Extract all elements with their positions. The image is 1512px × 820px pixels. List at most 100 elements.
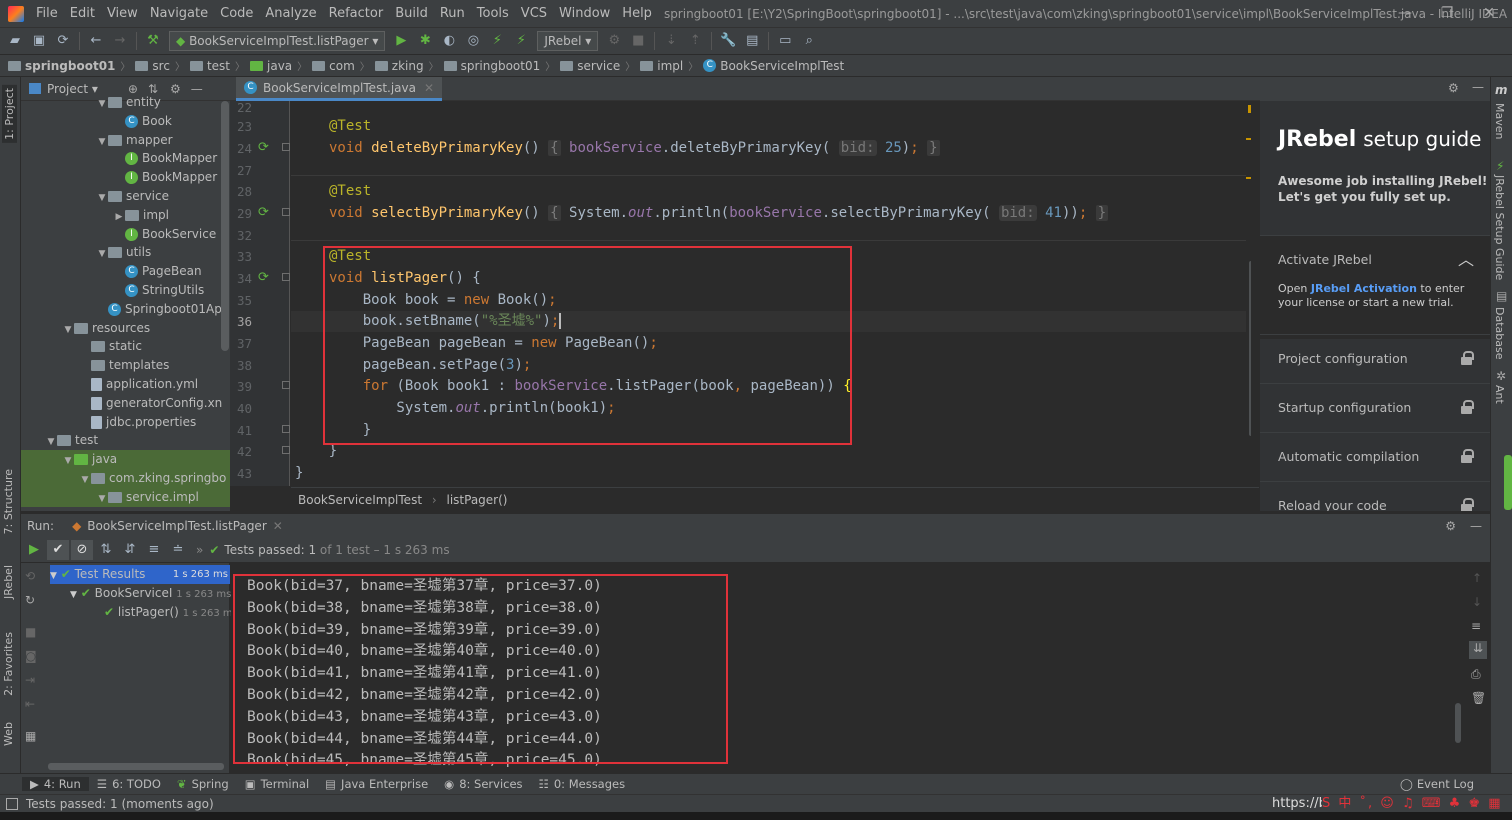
show-ignored-icon[interactable]: ⊘: [71, 539, 93, 560]
fold-marker-icon[interactable]: [282, 381, 290, 389]
tree-item[interactable]: jdbc.properties: [21, 413, 230, 432]
warning-marker-icon[interactable]: [1248, 105, 1251, 113]
breadcrumb-item[interactable]: com: [310, 59, 357, 73]
profile-icon[interactable]: ◎: [462, 31, 484, 51]
print-icon[interactable]: ⎙: [1471, 667, 1481, 682]
breadcrumb-item[interactable]: springboot01: [6, 59, 117, 73]
close-tab-icon[interactable]: ✕: [273, 519, 283, 533]
tree-item[interactable]: C PageBean: [21, 262, 230, 281]
editor-scrollbar[interactable]: [1249, 261, 1251, 436]
menu-edit[interactable]: Edit: [64, 6, 101, 21]
attach-icon[interactable]: ⚙: [603, 31, 625, 51]
presentation-icon[interactable]: ▭: [774, 31, 796, 51]
tab-structure[interactable]: 7: Structure: [2, 469, 15, 534]
tree-item[interactable]: static: [21, 337, 230, 356]
ime-toolbar-icon[interactable]: S 中 ˚, ☺ ♫ ⌨ ♣ ♚ ▦: [1322, 795, 1512, 813]
step-reload-code[interactable]: Reload your code: [1260, 481, 1490, 511]
breadcrumb-class[interactable]: BookServiceImplTest: [298, 493, 422, 507]
menu-view[interactable]: View: [101, 6, 144, 21]
coverage-icon[interactable]: ◐: [438, 31, 460, 51]
breadcrumb-item[interactable]: src: [133, 59, 172, 73]
close-icon[interactable]: ✕: [1470, 0, 1508, 28]
tab-maven[interactable]: Maven: [1493, 103, 1506, 139]
rerun-icon[interactable]: ▶: [23, 540, 45, 560]
menu-refactor[interactable]: Refactor: [323, 6, 390, 21]
warning-marker[interactable]: [1246, 138, 1251, 140]
menu-file[interactable]: File: [30, 6, 64, 21]
camera-icon[interactable]: ◙: [25, 649, 37, 663]
tab-bookserviceimpltest[interactable]: C BookServiceImplTest.java ✕: [236, 77, 443, 101]
menu-window[interactable]: Window: [553, 6, 616, 21]
chevron-down-icon[interactable]: ▼: [96, 245, 108, 262]
tab-run[interactable]: ▶ 4: Run: [22, 777, 89, 791]
save-icon[interactable]: ▣: [28, 31, 50, 51]
down-arrow-icon[interactable]: ↓: [1472, 595, 1482, 609]
chevron-down-icon[interactable]: ▼: [79, 471, 91, 488]
step-startup-configuration[interactable]: Startup configuration: [1260, 383, 1490, 431]
trash-icon[interactable]: 🗑: [1471, 691, 1486, 705]
hide-panel-icon[interactable]: —: [1472, 80, 1484, 94]
breadcrumb-item[interactable]: impl: [638, 59, 685, 73]
step-project-configuration[interactable]: Project configuration: [1260, 334, 1490, 382]
console-scrollbar[interactable]: [1455, 703, 1461, 743]
restore-icon[interactable]: ❐: [1428, 0, 1466, 28]
menu-run[interactable]: Run: [434, 6, 471, 21]
stop-icon[interactable]: ■: [25, 625, 36, 639]
open-folder-icon[interactable]: ▰: [4, 31, 26, 51]
build-hammer-icon[interactable]: ⚒: [142, 31, 164, 51]
chevron-down-icon[interactable]: ▼: [45, 433, 57, 450]
tree-item[interactable]: application.yml: [21, 375, 230, 394]
fold-marker-icon[interactable]: [282, 446, 290, 454]
tab-services[interactable]: ◉ 8: Services: [436, 777, 530, 791]
chevron-down-icon[interactable]: ▼: [62, 452, 74, 469]
tab-web[interactable]: Web: [2, 722, 15, 746]
tree-item[interactable]: ▼ java: [21, 450, 230, 470]
menu-vcs[interactable]: VCS: [515, 6, 553, 21]
stop-icon[interactable]: ■: [627, 31, 649, 51]
tree-item[interactable]: I BookService: [21, 225, 230, 244]
chevron-down-icon[interactable]: ▼: [96, 189, 108, 206]
jrebel-debug-icon[interactable]: ⚡: [510, 31, 532, 51]
menu-code[interactable]: Code: [214, 6, 259, 21]
tab-favorites[interactable]: 2: Favorites: [2, 632, 15, 696]
run-icon[interactable]: ▶: [390, 31, 412, 51]
expand-all-icon[interactable]: ≡: [143, 540, 165, 560]
run-tab[interactable]: BookServiceImplTest.listPager: [87, 519, 266, 533]
tree-item-test-class[interactable]: ▼ ✔ BookServiceI 1 s 263 ms: [70, 584, 231, 603]
horizontal-scrollbar[interactable]: [48, 763, 224, 770]
menu-navigate[interactable]: Navigate: [144, 6, 214, 21]
tree-item[interactable]: C Springboot01Ap: [21, 300, 230, 319]
tab-todo[interactable]: ☰ 6: TODO: [89, 777, 169, 791]
gear-icon[interactable]: ⚙: [1445, 519, 1456, 533]
tree-item[interactable]: C Book: [21, 112, 230, 131]
tab-terminal[interactable]: ▣ Terminal: [237, 777, 317, 791]
breadcrumb-item[interactable]: test: [188, 59, 232, 73]
fold-marker-icon[interactable]: [282, 143, 290, 151]
project-structure-icon[interactable]: ▤: [741, 31, 763, 51]
scroll-to-end-icon[interactable]: ⇊: [1469, 641, 1487, 659]
show-passed-icon[interactable]: ✔: [47, 539, 69, 560]
chevron-down-icon[interactable]: ▼: [96, 490, 108, 507]
more-icon[interactable]: »: [196, 543, 203, 557]
run-test-icon[interactable]: ⟳: [258, 270, 269, 285]
menu-analyze[interactable]: Analyze: [259, 6, 322, 21]
tab-jrebel[interactable]: JRebel: [2, 565, 15, 599]
debug-icon[interactable]: ✱: [414, 31, 436, 51]
tree-item[interactable]: I BookMapper: [21, 168, 230, 187]
warning-marker[interactable]: [1246, 177, 1251, 179]
vcs-update-icon[interactable]: ⇣: [660, 31, 682, 51]
close-tab-icon[interactable]: ✕: [424, 81, 434, 95]
chevron-down-icon[interactable]: ▼: [96, 95, 108, 112]
breadcrumb-item[interactable]: service: [558, 59, 622, 73]
jrebel-activation-link[interactable]: JRebel Activation: [1311, 282, 1417, 295]
vcs-commit-icon[interactable]: ⇡: [684, 31, 706, 51]
menu-tools[interactable]: Tools: [471, 6, 515, 21]
tree-item-test-method[interactable]: ✔ listPager() 1 s 263 ms: [104, 603, 238, 622]
tree-item[interactable]: generatorConfig.xn: [21, 394, 230, 413]
tab-spring[interactable]: ❦ Spring: [169, 777, 237, 791]
step-automatic-compilation[interactable]: Automatic compilation: [1260, 432, 1490, 480]
activate-title[interactable]: Activate JRebel: [1278, 252, 1372, 267]
collapse-all-icon[interactable]: ≐: [167, 540, 189, 560]
breadcrumb-item[interactable]: C BookServiceImplTest: [701, 59, 846, 73]
run-config-select[interactable]: ◆ BookServiceImplTest.listPager ▾: [169, 31, 386, 51]
